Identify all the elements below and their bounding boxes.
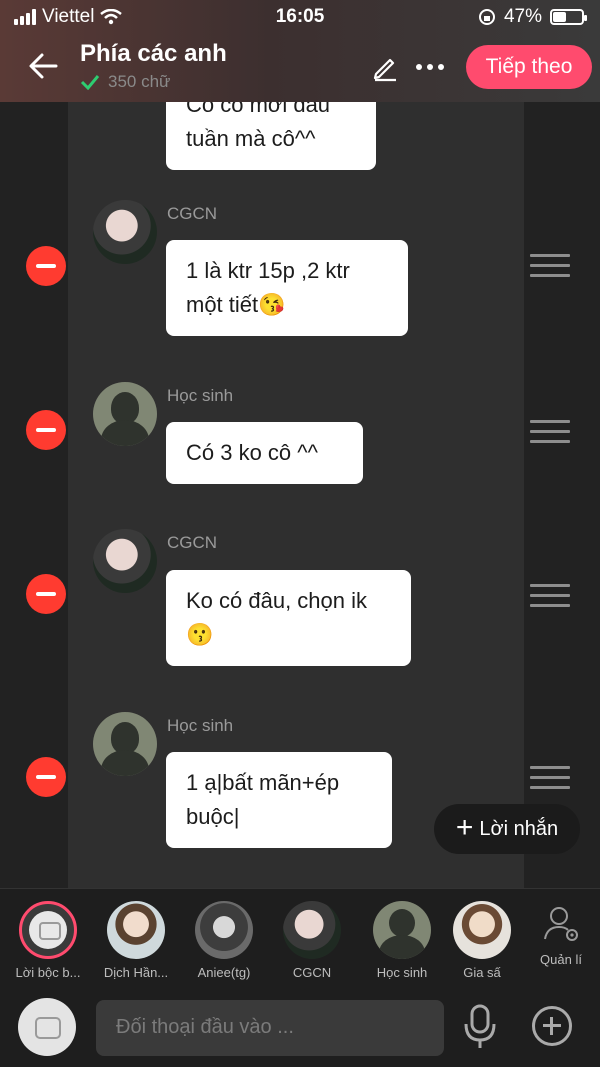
character-name: Gia sấ (463, 965, 501, 980)
character-name: Dịch Hần... (103, 965, 169, 980)
avatar (283, 901, 341, 959)
character-item[interactable]: Dịch Hần... (96, 901, 176, 980)
plus-icon: + (455, 810, 474, 844)
character-name: Aniee(tg) (197, 965, 251, 980)
status-bar: Viettel 16:05 47% (0, 0, 600, 34)
delete-icon[interactable] (26, 757, 66, 797)
input-bar: Đối thoại đầu vào ... (0, 984, 600, 1067)
message-line: Có 3 ko cô ^^ (186, 440, 318, 465)
character-tray: Lời bộc b... Dịch Hần... Aniee(tg) CGCN … (0, 888, 600, 984)
avatar[interactable] (93, 529, 157, 593)
character-narrator[interactable]: Lời bộc b... (8, 901, 88, 980)
manage-characters-button[interactable]: Quản lí (536, 905, 586, 967)
message-bubble[interactable]: 1 là ktr 15p ,2 ktr một tiết😘 (166, 240, 408, 336)
back-arrow-icon[interactable] (26, 48, 62, 84)
sender-name: CGCN (167, 204, 218, 223)
edit-pencil-icon[interactable] (370, 52, 400, 82)
avatar (453, 901, 511, 959)
rotation-lock-icon (478, 9, 495, 25)
message-bubble[interactable]: Cô có mới đầu tuần mà cô^^ (166, 102, 376, 170)
word-count-label: 350 chữ (108, 72, 171, 91)
message-line: 1 ạ|bất mãn+ép (186, 770, 340, 795)
message-line: tuần mà cô^^ (186, 126, 316, 151)
delete-icon[interactable] (26, 410, 66, 450)
story-title: Phía các anh (80, 40, 227, 67)
status-right: 47% (478, 6, 587, 28)
avatar (107, 901, 165, 959)
user-settings-icon (544, 907, 578, 941)
narrator-avatar (19, 901, 77, 959)
top-bar: Viettel 16:05 47% Phía các anh 350 chữ T… (0, 0, 600, 102)
drag-handle-icon[interactable] (530, 254, 570, 278)
delete-icon[interactable] (26, 574, 66, 614)
sender-name: CGCN (167, 533, 218, 552)
next-button[interactable]: Tiếp theo (466, 45, 592, 89)
avatar[interactable] (93, 712, 157, 776)
sender-name: Học sinh (167, 386, 234, 405)
dialogue-input[interactable]: Đối thoại đầu vào ... (96, 1000, 444, 1056)
battery-percent: 47% (503, 6, 542, 27)
character-item[interactable]: Aniee(tg) (184, 901, 264, 980)
character-name: Học sinh (376, 965, 428, 980)
message-line: Ko có đâu, chọn ik (186, 588, 368, 613)
microphone-icon[interactable] (462, 1004, 498, 1050)
drag-handle-icon[interactable] (530, 766, 570, 790)
check-icon (80, 75, 100, 90)
delete-icon[interactable] (26, 246, 66, 286)
character-name: Lời bộc b... (15, 965, 81, 980)
add-message-label: Lời nhắn (479, 817, 559, 840)
more-options-icon[interactable] (416, 64, 444, 70)
character-item[interactable]: CGCN (272, 901, 352, 980)
drag-handle-icon[interactable] (530, 584, 570, 608)
message-line: buộc| (186, 804, 240, 829)
chat-area[interactable]: Cô có mới đầu tuần mà cô^^ CGCN 1 là ktr… (0, 102, 600, 888)
drag-handle-icon[interactable] (530, 420, 570, 444)
character-item[interactable]: Gia sấ (444, 901, 520, 980)
add-message-button[interactable]: + Lời nhắn (434, 804, 580, 854)
avatar (195, 901, 253, 959)
message-bubble[interactable]: 1 ạ|bất mãn+ép buộc| (166, 752, 392, 848)
message-line: Cô có mới đầu (186, 102, 331, 117)
battery-icon (550, 9, 587, 25)
sender-name: Học sinh (167, 716, 234, 735)
message-line: 😗 (186, 622, 214, 647)
character-name: CGCN (292, 965, 332, 980)
message-bubble[interactable]: Có 3 ko cô ^^ (166, 422, 363, 484)
character-item[interactable]: Học sinh (362, 901, 442, 980)
avatar[interactable] (93, 382, 157, 446)
add-icon[interactable] (532, 1006, 572, 1046)
avatar[interactable] (93, 200, 157, 264)
narration-toggle-button[interactable] (18, 998, 76, 1056)
avatar (373, 901, 431, 959)
message-line: một tiết😘 (186, 292, 286, 317)
message-line: 1 là ktr 15p ,2 ktr (186, 258, 350, 283)
manage-label: Quản lí (540, 952, 582, 967)
word-count: 350 chữ (80, 72, 170, 92)
message-bubble[interactable]: Ko có đâu, chọn ik 😗 (166, 570, 411, 666)
